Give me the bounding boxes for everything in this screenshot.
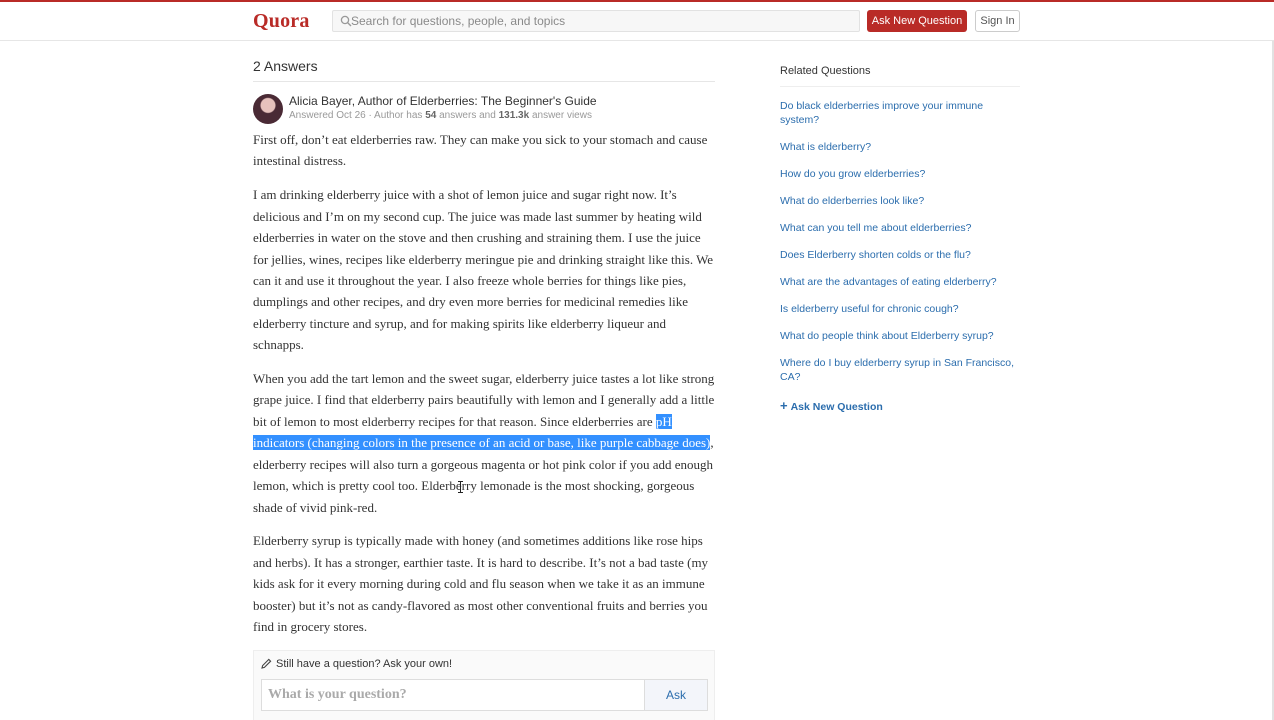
search-input[interactable] <box>351 11 851 31</box>
search-bar[interactable] <box>332 10 860 32</box>
author-credentials: Answered Oct 26 · Author has 54 answers … <box>289 110 592 121</box>
answer-count-heading: 2 Answers <box>253 58 318 74</box>
paragraph-text: When you add the tart lemon and the swee… <box>253 371 715 429</box>
related-questions-heading: Related Questions <box>780 65 871 77</box>
answers-count: 54 <box>425 110 437 121</box>
sidebar-ask-new-question-link[interactable]: + Ask New Question <box>780 398 883 413</box>
related-question-link[interactable]: Does Elderberry shorten colds or the flu… <box>780 248 1020 275</box>
related-question-link[interactable]: What do people think about Elderberry sy… <box>780 329 1020 356</box>
views-count: 131.3k <box>498 110 530 121</box>
sign-in-button[interactable]: Sign In <box>975 10 1020 32</box>
ask-prompt: Still have a question? Ask your own! <box>276 658 453 670</box>
pencil-icon <box>261 658 272 669</box>
divider <box>253 81 715 82</box>
answer-paragraph: Elderberry syrup is typically made with … <box>253 533 709 635</box>
ask-question-box: Still have a question? Ask your own! Ask <box>253 650 715 720</box>
answer-paragraph-selected: When you add the tart lemon and the swee… <box>253 368 715 518</box>
answer-paragraph: First off, don’t eat elderberries raw. T… <box>253 132 708 169</box>
ask-button[interactable]: Ask <box>644 679 708 711</box>
ask-new-question-button[interactable]: Ask New Question <box>867 10 967 32</box>
author-avatar[interactable] <box>253 94 283 124</box>
author-name-link[interactable]: Alicia Bayer, Author of Elderberries: Th… <box>289 94 597 108</box>
quora-logo[interactable]: Quora <box>253 10 310 33</box>
related-question-link[interactable]: What are the advantages of eating elderb… <box>780 275 1020 302</box>
answer-paragraph: I am drinking elderberry juice with a sh… <box>253 187 714 353</box>
related-question-link[interactable]: What do elderberries look like? <box>780 194 1020 221</box>
related-question-link[interactable]: Where do I buy elderberry syrup in San F… <box>780 356 1020 386</box>
related-question-link[interactable]: Is elderberry useful for chronic cough? <box>780 302 1020 329</box>
divider <box>780 86 1020 87</box>
question-input[interactable] <box>261 679 645 711</box>
related-question-link[interactable]: Do black elderberries improve your immun… <box>780 99 1020 140</box>
plus-icon: + <box>780 398 788 413</box>
top-header: Quora Ask New Question Sign In <box>0 2 1274 41</box>
related-question-link[interactable]: What is elderberry? <box>780 140 1020 167</box>
text-cursor-icon <box>458 481 463 493</box>
related-question-link[interactable]: What can you tell me about elderberries? <box>780 221 1020 248</box>
answers-mid-text: answers and <box>436 110 499 121</box>
related-question-link[interactable]: How do you grow elderberries? <box>780 167 1020 194</box>
answer-body: First off, don’t eat elderberries raw. T… <box>253 129 715 650</box>
related-questions-list: Do black elderberries improve your immun… <box>780 99 1020 386</box>
views-suffix-text: answer views <box>529 110 592 121</box>
answered-date: Answered Oct 26 · Author has <box>289 110 426 121</box>
ask-link-label: Ask New Question <box>790 401 883 413</box>
